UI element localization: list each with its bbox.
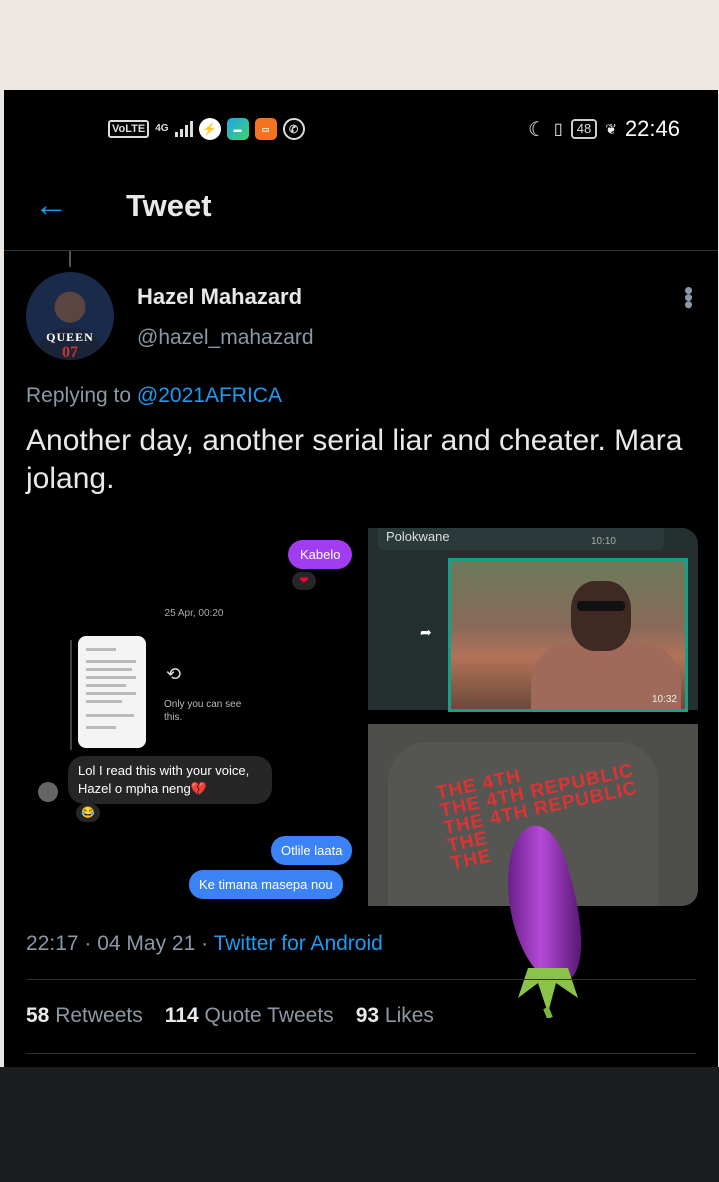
retweets-label: Retweets: [55, 1004, 143, 1027]
chat-avatar: [38, 782, 58, 802]
author-handle[interactable]: @hazel_mahazard: [137, 326, 314, 350]
app-notification-icon: ▬: [226, 118, 249, 140]
tweet-source-link[interactable]: Twitter for Android: [214, 932, 383, 955]
only-you-note: Only you can see this.: [164, 699, 242, 723]
thread-line: [69, 251, 71, 267]
tweet-text: Another day, another serial liar and che…: [26, 424, 683, 495]
leaf-icon: ❦: [605, 120, 617, 137]
history-icon: ⟲: [166, 664, 182, 684]
replying-prefix: Replying to: [26, 384, 132, 407]
laugh-reaction-icon: 😂: [76, 804, 100, 822]
status-right: ☾ ▯ 48 ❦ 22:46: [528, 116, 680, 142]
media-chat-screenshot[interactable]: Kabelo ❤ 25 Apr, 00:20 ⟲ Only you can se…: [26, 528, 362, 906]
chat-bubble-sent-1: Otlile laata: [271, 836, 353, 865]
status-left: VoLTE 4G ⚡ ▬ ▭ ✆: [108, 118, 305, 140]
likes-count: 93: [355, 1004, 380, 1027]
back-arrow-icon[interactable]: ←: [34, 188, 68, 222]
messenger-icon: ⚡: [198, 118, 221, 140]
quotes-count: 114: [164, 1004, 199, 1027]
network-type: 4G: [155, 123, 169, 134]
video-time: 10:32: [651, 694, 677, 705]
chat-bubble-sent-2: Ke timana masepa nou: [189, 870, 343, 899]
media-whatsapp-screenshot[interactable]: Polokwane 10:10 ➦ 10:32: [368, 528, 698, 712]
chat-bubble-received: Lol I read this with your voice, Hazel o…: [68, 756, 272, 804]
video-person-glasses: [577, 601, 625, 611]
avatar-shirt-text: QUEEN: [46, 330, 94, 344]
avatar-shirt-number: 07: [62, 344, 78, 360]
clock: 22:46: [624, 116, 680, 141]
signal-icon: [174, 121, 193, 137]
quote-tweets-stat[interactable]: 114 Quote Tweets: [165, 1004, 334, 1028]
likes-label: Likes: [384, 1004, 434, 1027]
eggplant-emoji-icon: [507, 825, 582, 1018]
tweet-media[interactable]: Kabelo ❤ 25 Apr, 00:20 ⟲ Only you can se…: [26, 528, 698, 906]
battery-icon: 48: [570, 119, 598, 139]
tweet-stats: 58 Retweets 114 Quote Tweets 93 Likes: [26, 1004, 434, 1028]
video-thumbnail: 10:32: [448, 558, 688, 712]
divider-bottom: [26, 1053, 696, 1054]
quoted-text: Polokwane: [386, 529, 450, 544]
avatar[interactable]: QUEEN 07: [26, 272, 114, 360]
heart-reaction-icon: ❤: [292, 572, 316, 590]
quotes-label: Quote Tweets: [204, 1004, 334, 1027]
story-thumbnail: [78, 636, 146, 748]
story-reply-line: [70, 640, 72, 750]
more-options-icon[interactable]: •••: [674, 286, 704, 307]
vibrate-icon: ▯: [553, 121, 563, 138]
moon-icon: ☾: [527, 118, 546, 141]
divider-top: [26, 979, 696, 980]
tweet-header: ← Tweet: [4, 170, 718, 251]
status-bar: VoLTE 4G ⚡ ▬ ▭ ✆ ☾ ▯ 48 ❦ 22:46: [4, 90, 718, 170]
whatsapp-icon: ✆: [282, 118, 305, 140]
phone-screen: VoLTE 4G ⚡ ▬ ▭ ✆ ☾ ▯ 48 ❦ 22:46 ← Tweet …: [4, 90, 718, 1067]
chat-date: 25 Apr, 00:20: [164, 608, 224, 619]
quoted-time: 10:10: [590, 536, 616, 547]
replying-handle-link[interactable]: @2021AFRICA: [137, 384, 282, 407]
chat-bubble-kabelo: Kabelo: [288, 540, 353, 569]
bottom-background: [0, 1067, 719, 1182]
tweet-time: 22:17 · 04 May 21 ·: [26, 932, 209, 955]
video-person-face: [571, 581, 631, 651]
quoted-message: Polokwane 10:10: [378, 528, 664, 550]
page-title: Tweet: [126, 188, 212, 223]
likes-stat[interactable]: 93 Likes: [356, 1004, 434, 1028]
top-background: [0, 0, 719, 90]
replying-to: Replying to @2021AFRICA: [26, 384, 282, 408]
shop-notification-icon: ▭: [254, 118, 277, 140]
tweet-meta: 22:17 · 04 May 21 · Twitter for Android: [26, 932, 383, 956]
author-name[interactable]: Hazel Mahazard: [137, 284, 302, 310]
volte-icon: VoLTE: [108, 120, 150, 138]
forward-icon: ➦: [420, 624, 432, 640]
retweets-count: 58: [26, 1004, 50, 1027]
retweets-stat[interactable]: 58 Retweets: [26, 1004, 143, 1028]
